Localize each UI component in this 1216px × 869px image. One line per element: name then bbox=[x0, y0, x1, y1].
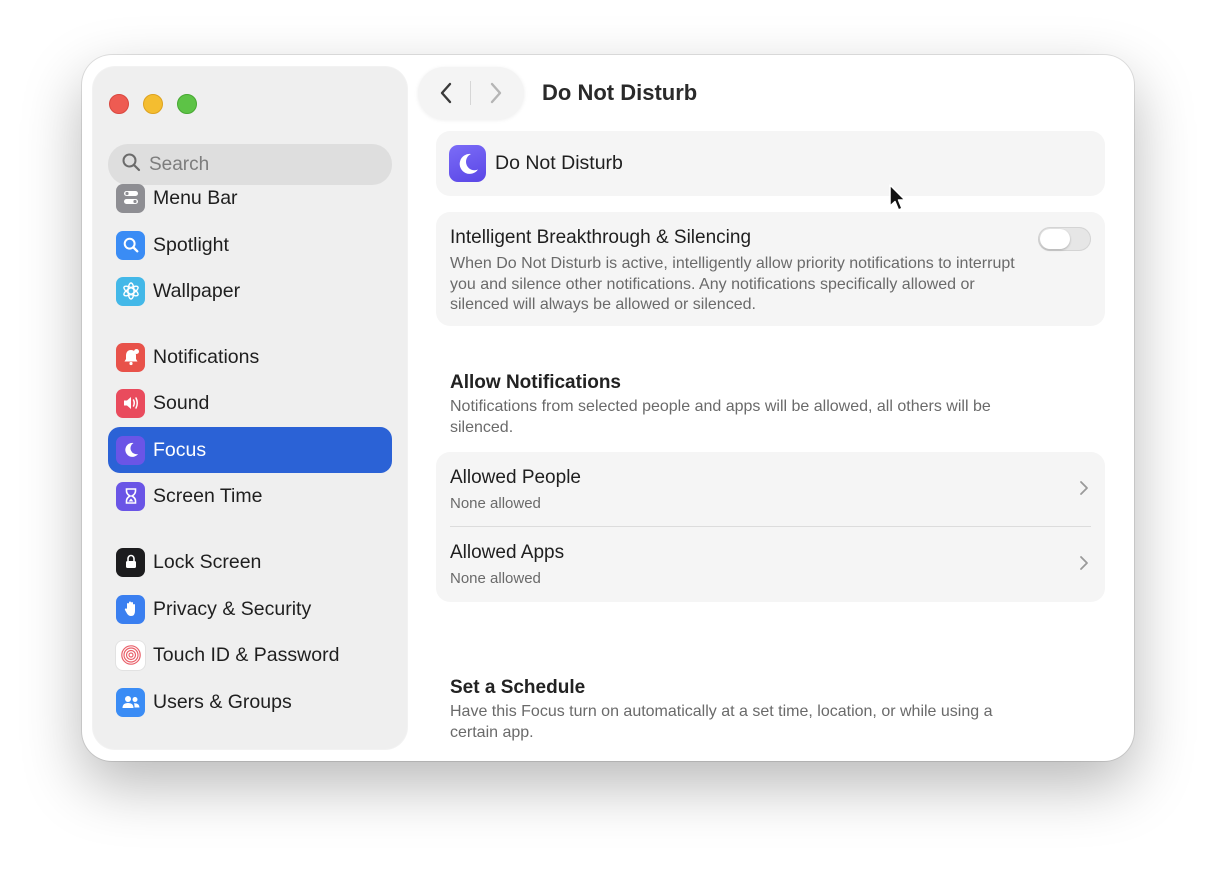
search-icon bbox=[121, 152, 141, 177]
sidebar-item-sound[interactable]: Sound bbox=[108, 380, 392, 426]
sidebar-item-focus[interactable]: Focus bbox=[108, 427, 392, 473]
sidebar: Menu Bar Spotlight Wallpaper Notificatio… bbox=[93, 67, 407, 749]
sidebar-item-touch-id[interactable]: Touch ID & Password bbox=[108, 632, 392, 678]
lock-screen-icon bbox=[116, 547, 145, 577]
sidebar-item-label: Users & Groups bbox=[153, 690, 292, 713]
moon-icon bbox=[449, 145, 486, 182]
intelligent-breakthrough-toggle[interactable] bbox=[1038, 227, 1091, 251]
sidebar-item-label: Menu Bar bbox=[153, 186, 238, 209]
settings-window: Menu Bar Spotlight Wallpaper Notificatio… bbox=[82, 55, 1134, 761]
sidebar-item-label: Privacy & Security bbox=[153, 597, 312, 620]
users-icon bbox=[116, 687, 145, 717]
sidebar-item-label: Screen Time bbox=[153, 484, 263, 507]
sidebar-item-label: Lock Screen bbox=[153, 550, 262, 573]
focus-icon bbox=[116, 435, 145, 465]
sidebar-item-privacy-security[interactable]: Privacy & Security bbox=[108, 586, 392, 632]
focus-header-card: Do Not Disturb bbox=[436, 131, 1105, 196]
focus-name: Do Not Disturb bbox=[495, 152, 623, 174]
page-title: Do Not Disturb bbox=[542, 80, 698, 105]
schedule-description: Have this Focus turn on automatically at… bbox=[450, 703, 993, 741]
spotlight-icon bbox=[116, 230, 145, 260]
sidebar-item-notifications[interactable]: Notifications bbox=[108, 334, 392, 380]
allowed-apps-title: Allowed Apps bbox=[450, 542, 565, 563]
sidebar-item-lock-screen[interactable]: Lock Screen bbox=[108, 539, 392, 585]
sidebar-item-spotlight[interactable]: Spotlight bbox=[108, 222, 392, 268]
minimize-window-button[interactable] bbox=[143, 94, 163, 114]
touch-id-icon bbox=[116, 640, 145, 670]
allowed-list-card: Allowed People None allowed Allowed Apps… bbox=[436, 452, 1105, 602]
sidebar-item-label: Focus bbox=[153, 438, 207, 461]
chevron-right-icon bbox=[490, 82, 502, 104]
sidebar-item-label: Touch ID & Password bbox=[153, 643, 340, 666]
sound-icon bbox=[116, 388, 145, 418]
sidebar-item-label: Wallpaper bbox=[153, 279, 241, 302]
intelligent-breakthrough-description: When Do Not Disturb is active, intellige… bbox=[450, 255, 1015, 313]
sidebar-item-wallpaper[interactable]: Wallpaper bbox=[108, 268, 392, 314]
sidebar-item-label: Sound bbox=[153, 391, 210, 414]
search-input[interactable] bbox=[149, 153, 389, 176]
close-window-button[interactable] bbox=[109, 94, 129, 114]
schedule-heading: Set a Schedule bbox=[450, 677, 586, 698]
allowed-people-subtitle: None allowed bbox=[450, 495, 541, 512]
intelligent-breakthrough-title: Intelligent Breakthrough & Silencing bbox=[450, 227, 752, 248]
sidebar-item-users-groups[interactable]: Users & Groups bbox=[108, 679, 392, 725]
chevron-right-icon bbox=[1080, 556, 1088, 570]
menu-bar-icon bbox=[116, 183, 145, 213]
allow-notifications-description: Notifications from selected people and a… bbox=[450, 398, 991, 436]
privacy-icon bbox=[116, 594, 145, 624]
navigation-controls bbox=[418, 67, 524, 119]
allowed-apps-row[interactable]: Allowed Apps None allowed bbox=[436, 527, 1105, 602]
allowed-people-row[interactable]: Allowed People None allowed bbox=[436, 452, 1105, 527]
mouse-cursor-icon bbox=[889, 184, 906, 211]
toggle-knob bbox=[1040, 229, 1070, 249]
intelligent-breakthrough-card: Intelligent Breakthrough & Silencing Whe… bbox=[436, 212, 1105, 326]
forward-button[interactable] bbox=[480, 77, 512, 109]
zoom-window-button[interactable] bbox=[177, 94, 197, 114]
sidebar-item-screen-time[interactable]: Screen Time bbox=[108, 473, 392, 519]
sidebar-item-menu-bar[interactable]: Menu Bar bbox=[108, 175, 392, 221]
chevron-left-icon bbox=[440, 82, 452, 104]
allowed-apps-subtitle: None allowed bbox=[450, 570, 541, 587]
sidebar-item-label: Spotlight bbox=[153, 233, 229, 256]
notifications-icon bbox=[116, 342, 145, 372]
sidebar-item-label: Notifications bbox=[153, 345, 260, 368]
nav-divider bbox=[470, 81, 471, 105]
allow-notifications-heading: Allow Notifications bbox=[450, 372, 621, 393]
screen-time-icon bbox=[116, 481, 145, 511]
chevron-right-icon bbox=[1080, 481, 1088, 495]
allowed-people-title: Allowed People bbox=[450, 467, 581, 488]
wallpaper-icon bbox=[116, 276, 145, 306]
back-button[interactable] bbox=[430, 77, 462, 109]
